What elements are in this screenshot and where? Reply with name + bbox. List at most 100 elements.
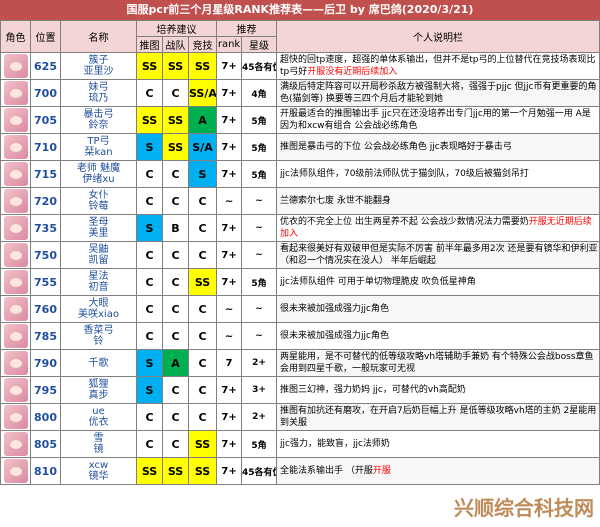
name-cell: 圣母 美里 [60,214,137,242]
arena-grade-cell: C [187,403,218,431]
name-cell: 暴击弓 鈴奈 [60,106,137,134]
clan-grade-cell: C [162,295,189,323]
note-text: 开服最适合的推图输出手 jjc只在还没培养出专门jjc用的第一个月勉强一用 A是… [280,109,591,131]
table-row: 715 老师 魅魔 伊绪xu C C S 7+ 5角 jjc法师队组件，70级前法师队优于猫剑队… [0,160,600,188]
note-text: 推图是暴击弓的下位 公会战必练角色 jjc表现略好于暴击弓 [280,142,512,152]
clan-grade-cell: SS [162,52,189,80]
arena-grade-cell: S/A [187,133,218,161]
rank-cell: ~ [216,295,243,323]
arena-grade-cell: C [187,214,218,242]
col-rank: rank [216,36,243,53]
clan-grade-cell: C [162,268,189,296]
avatar [3,243,28,267]
note-text: jjc法师队组件 可用于单切物理脆皮 吹负低星神角 [280,277,476,287]
name-cell: 香菜弓铃 [60,322,137,350]
name-cell: 女仆 铃莓 [60,187,137,215]
star-cell: 5角 [241,133,278,161]
avatar-cell [0,322,31,350]
table-row: 810xcw镜华SSSSSS7+45各有优势全能法系输出手 （开服开服 [0,457,600,485]
star-cell: 45各有优势 [241,52,278,80]
star-cell: 5角 [241,430,278,458]
avatar [3,216,28,240]
table-row: 805 雪镜 C C SS 7+ 5角 jjc强力，能致盲，jjc法师奶 [0,430,600,458]
avatar [3,108,28,132]
name-cell: xcw 镜华 [60,457,137,485]
position-cell: 710 [30,133,61,161]
note-text: 推图有加抗还有磨攻，在开启7后奶巨幅上升 是低等级攻略vh塔的主奶 2星能用到关… [280,406,597,428]
avatar-cell [0,376,31,404]
star-cell: ~ [241,187,278,215]
avatar-cell [0,214,31,242]
rank-cell: 7 [216,349,243,377]
avatar-cell [0,52,31,80]
table-row: 755 星法 初音 C C SS 7+ 5角 jjc法师队组件 可用于单切物理脆皮 吹负低星神角 [0,268,600,296]
note-cell: 超快的回tp速度，超强的单体系输出，但并不是tp弓的上位替代在竞技场表现比tp弓… [276,52,600,80]
arena-grade-cell: C [187,349,218,377]
position-cell: 715 [30,160,61,188]
rank-cell: 7+ [216,403,243,431]
note-text: 全能法系输出手 （开服 [280,466,373,476]
arena-grade-cell: SS [187,430,218,458]
table-row: 760 大眼 美咲xiao C C C ~ ~ 很未来被加强成强力jjc角色 [0,295,600,323]
avatar-cell [0,268,31,296]
table-row: 705 暴击弓 鈴奈 SS SS A 7+ 5角 开服最适合的推图输出手 jjc只在还没培养出专… [0,106,600,134]
position-cell: 700 [30,79,61,107]
position-cell: 625 [30,52,61,80]
push-grade-cell: C [136,322,163,350]
table-row: 625簇子亚里沙SSSSSS7+45各有优势超快的回tp速度，超强的单体系输出，… [0,52,600,80]
push-grade-cell: SS [136,52,163,80]
name-cell: 雪镜 [60,430,137,458]
arena-grade-cell: SS/A [187,79,218,107]
position-cell: 810 [30,457,61,485]
star-cell: 5角 [241,160,278,188]
rank-cell: 7+ [216,430,243,458]
clan-grade-cell: C [162,322,189,350]
rank-cell: 7+ [216,376,243,404]
push-grade-cell: C [136,241,163,269]
avatar [3,324,28,348]
note-cell: 优衣的不完全上位 出生两星养不起 公会战少数情况法力需要奶开服无近期后续加入 [276,214,600,242]
note-cell: 两星能用，是不可替代的低等级攻略vh塔辅助手兼奶 有个特殊公会战boss章鱼会用… [276,349,600,377]
position-cell: 795 [30,376,61,404]
star-cell: 45各有优势 [241,457,278,485]
note-cell: jjc法师队组件 可用于单切物理脆皮 吹负低星神角 [276,268,600,296]
table-row: 735 圣母 美里 S B C 7+ ~ 优衣的不完全上位 出生两星养不起 公会战少数情况法力需… [0,214,600,242]
clan-grade-cell: B [162,214,189,242]
col-name: 名称 [60,20,137,53]
star-cell: 4角 [241,79,278,107]
push-grade-cell: C [136,187,163,215]
star-cell: ~ [241,295,278,323]
arena-grade-cell: SS [187,457,218,485]
avatar-cell [0,160,31,188]
table-row: 785 香菜弓铃 C C C ~ ~ 很未来被加强成强力jjc角色 [0,322,600,350]
star-cell: 2+ [241,349,278,377]
name-cell: 吴鼬 凯留 [60,241,137,269]
avatar [3,189,28,213]
col-note: 个人说明栏 [276,20,600,53]
name-cell: 千歌 [60,349,137,377]
name-cell: 星法 初音 [60,268,137,296]
arena-grade-cell: C [187,187,218,215]
push-grade-cell: C [136,268,163,296]
name-cell: 老师 魅魔 伊绪xu [60,160,137,188]
table-row: 790 千歌 S A C 7 2+ 两星能用，是不可替代的低等级攻略vh塔辅助手兼奶 有个特殊… [0,349,600,377]
push-grade-cell: C [136,160,163,188]
star-cell: ~ [241,322,278,350]
position-cell: 720 [30,187,61,215]
rank-cell: 7+ [216,160,243,188]
recommend-table: 角色 位置 名称 培养建议 推荐 个人说明栏 推图 战队 竞技 rank 星级 … [0,20,600,485]
push-grade-cell: SS [136,106,163,134]
clan-grade-cell: C [162,430,189,458]
note-warning: 开服 [372,466,391,476]
arena-grade-cell: C [187,322,218,350]
col-push: 推图 [136,36,163,53]
rank-cell: 7+ [216,106,243,134]
push-grade-cell: C [136,430,163,458]
position-cell: 755 [30,268,61,296]
clan-grade-cell: SS [162,457,189,485]
col-role: 角色 [0,20,31,53]
star-cell: 5角 [241,268,278,296]
col-star: 星级 [241,36,278,53]
note-text: 优衣的不完全上位 出生两星养不起 公会战少数情况法力需要奶 [280,217,529,227]
avatar [3,54,28,78]
